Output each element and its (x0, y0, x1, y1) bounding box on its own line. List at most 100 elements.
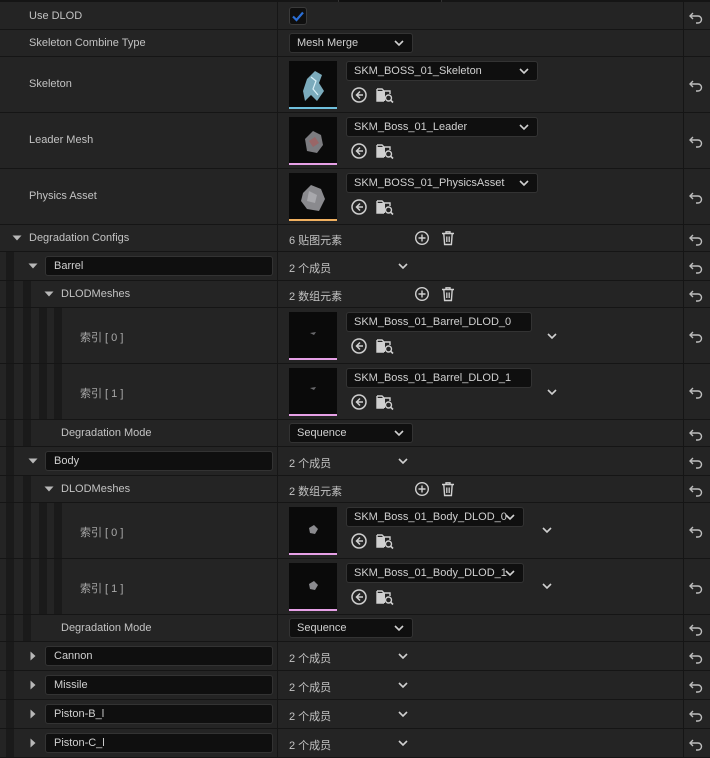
physics-asset-thumbnail[interactable] (289, 173, 337, 221)
add-element-icon[interactable] (414, 230, 430, 246)
chevron-down-icon (503, 566, 517, 580)
browse-to-asset-icon[interactable] (376, 393, 394, 411)
leader-mesh-asset-picker[interactable]: SKM_Boss_01_Leader (346, 117, 538, 137)
reset-to-default-icon[interactable] (688, 523, 704, 539)
reset-to-default-icon[interactable] (688, 621, 704, 637)
leader-mesh-label: Leader Mesh (29, 134, 94, 146)
asset-type-bar (289, 609, 337, 611)
checkmark-icon (292, 11, 304, 22)
browse-to-asset-icon[interactable] (376, 142, 394, 160)
reset-to-default-icon[interactable] (688, 707, 704, 723)
mesh-asset-picker[interactable]: SKM_Boss_01_Barrel_DLOD_0 (346, 312, 532, 332)
map-key-input[interactable]: Cannon (45, 646, 273, 666)
use-selected-asset-icon[interactable] (350, 142, 368, 160)
asset-type-bar (289, 414, 337, 416)
expand-arrow-icon[interactable] (11, 232, 23, 244)
array-index-label: 索引 [ 0 ] (80, 527, 124, 539)
mesh-preview-image (310, 332, 316, 335)
mesh-thumbnail[interactable] (289, 507, 337, 555)
delete-all-icon[interactable] (440, 286, 456, 302)
map-key-input[interactable]: Body (45, 451, 273, 471)
map-key-input[interactable]: Piston-C_l (45, 733, 273, 753)
skeleton-combine-type-dropdown[interactable]: Mesh Merge (289, 33, 413, 53)
use-dlod-checkbox[interactable] (289, 7, 307, 25)
expand-arrow-icon[interactable] (27, 260, 39, 272)
map-key-input[interactable]: Barrel (45, 256, 273, 276)
degradation-mode-dropdown[interactable]: Sequence (289, 423, 413, 443)
mesh-thumbnail[interactable] (289, 312, 337, 360)
reset-to-default-icon[interactable] (688, 426, 704, 442)
use-selected-asset-icon[interactable] (350, 198, 368, 216)
asset-name: SKM_BOSS_01_PhysicsAsset (354, 177, 505, 189)
dlod-meshes-label: DLODMeshes (61, 483, 131, 495)
skeleton-thumbnail[interactable] (289, 61, 337, 109)
reset-to-default-icon[interactable] (688, 736, 704, 752)
mesh-thumbnail[interactable] (289, 368, 337, 416)
element-options-chevron-icon[interactable] (545, 385, 559, 399)
use-dlod-row: Use DLOD (0, 2, 710, 30)
reset-to-default-icon[interactable] (688, 649, 704, 665)
mesh-thumbnail[interactable] (289, 563, 337, 611)
chevron-down-icon[interactable] (396, 736, 410, 750)
element-options-chevron-icon[interactable] (540, 523, 554, 537)
body-dlod-index-0-row: 索引 [ 0 ] SKM_Boss_01_Body_DLOD_0 (0, 503, 710, 559)
use-selected-asset-icon[interactable] (350, 86, 368, 104)
physics-asset-picker[interactable]: SKM_BOSS_01_PhysicsAsset (346, 173, 538, 193)
reset-to-default-icon[interactable] (688, 77, 704, 93)
browse-to-asset-icon[interactable] (376, 588, 394, 606)
degradation-mode-dropdown[interactable]: Sequence (289, 618, 413, 638)
element-options-chevron-icon[interactable] (545, 329, 559, 343)
use-selected-asset-icon[interactable] (350, 588, 368, 606)
use-selected-asset-icon[interactable] (350, 532, 368, 550)
leader-mesh-thumbnail[interactable] (289, 117, 337, 165)
mesh-asset-picker[interactable]: SKM_Boss_01_Body_DLOD_1 (346, 563, 524, 583)
asset-type-bar (289, 358, 337, 360)
expand-arrow-icon[interactable] (27, 455, 39, 467)
add-element-icon[interactable] (414, 286, 430, 302)
reset-to-default-icon[interactable] (688, 259, 704, 275)
chevron-down-icon (517, 176, 531, 190)
expand-arrow-icon[interactable] (27, 679, 39, 691)
reset-to-default-icon[interactable] (688, 454, 704, 470)
expand-arrow-icon[interactable] (43, 288, 55, 300)
reset-to-default-icon[interactable] (688, 579, 704, 595)
browse-to-asset-icon[interactable] (376, 198, 394, 216)
chevron-down-icon[interactable] (396, 707, 410, 721)
chevron-down-icon[interactable] (396, 678, 410, 692)
reset-to-default-icon[interactable] (688, 328, 704, 344)
reset-to-default-icon[interactable] (688, 384, 704, 400)
map-key-input[interactable]: Missile (45, 675, 273, 695)
map-key-input[interactable]: Piston-B_l (45, 704, 273, 724)
element-options-chevron-icon[interactable] (540, 579, 554, 593)
add-element-icon[interactable] (414, 481, 430, 497)
delete-all-icon[interactable] (440, 230, 456, 246)
expand-arrow-icon[interactable] (43, 483, 55, 495)
chevron-down-icon[interactable] (396, 259, 410, 273)
reset-to-default-icon[interactable] (688, 133, 704, 149)
reset-to-default-icon[interactable] (688, 189, 704, 205)
map-entry-body-row: Body 2 个成员 (0, 447, 710, 476)
delete-all-icon[interactable] (440, 481, 456, 497)
skeleton-asset-picker[interactable]: SKM_BOSS_01_Skeleton (346, 61, 538, 81)
browse-to-asset-icon[interactable] (376, 532, 394, 550)
reset-to-default-icon[interactable] (688, 9, 704, 25)
array-index-label: 索引 [ 0 ] (80, 332, 124, 344)
expand-arrow-icon[interactable] (27, 650, 39, 662)
chevron-down-icon[interactable] (396, 454, 410, 468)
member-count: 2 个成员 (289, 263, 332, 275)
chevron-down-icon[interactable] (396, 649, 410, 663)
expand-arrow-icon[interactable] (27, 737, 39, 749)
use-selected-asset-icon[interactable] (350, 393, 368, 411)
reset-to-default-icon[interactable] (688, 231, 704, 247)
mesh-preview-image (309, 581, 318, 590)
mesh-asset-picker[interactable]: SKM_Boss_01_Body_DLOD_0 (346, 507, 524, 527)
mesh-asset-picker[interactable]: SKM_Boss_01_Barrel_DLOD_1 (346, 368, 532, 388)
browse-to-asset-icon[interactable] (376, 86, 394, 104)
reset-to-default-icon[interactable] (688, 482, 704, 498)
use-selected-asset-icon[interactable] (350, 337, 368, 355)
reset-to-default-icon[interactable] (688, 678, 704, 694)
reset-to-default-icon[interactable] (688, 287, 704, 303)
browse-to-asset-icon[interactable] (376, 337, 394, 355)
expand-arrow-icon[interactable] (27, 708, 39, 720)
asset-name: SKM_Boss_01_Barrel_DLOD_1 (354, 372, 512, 384)
